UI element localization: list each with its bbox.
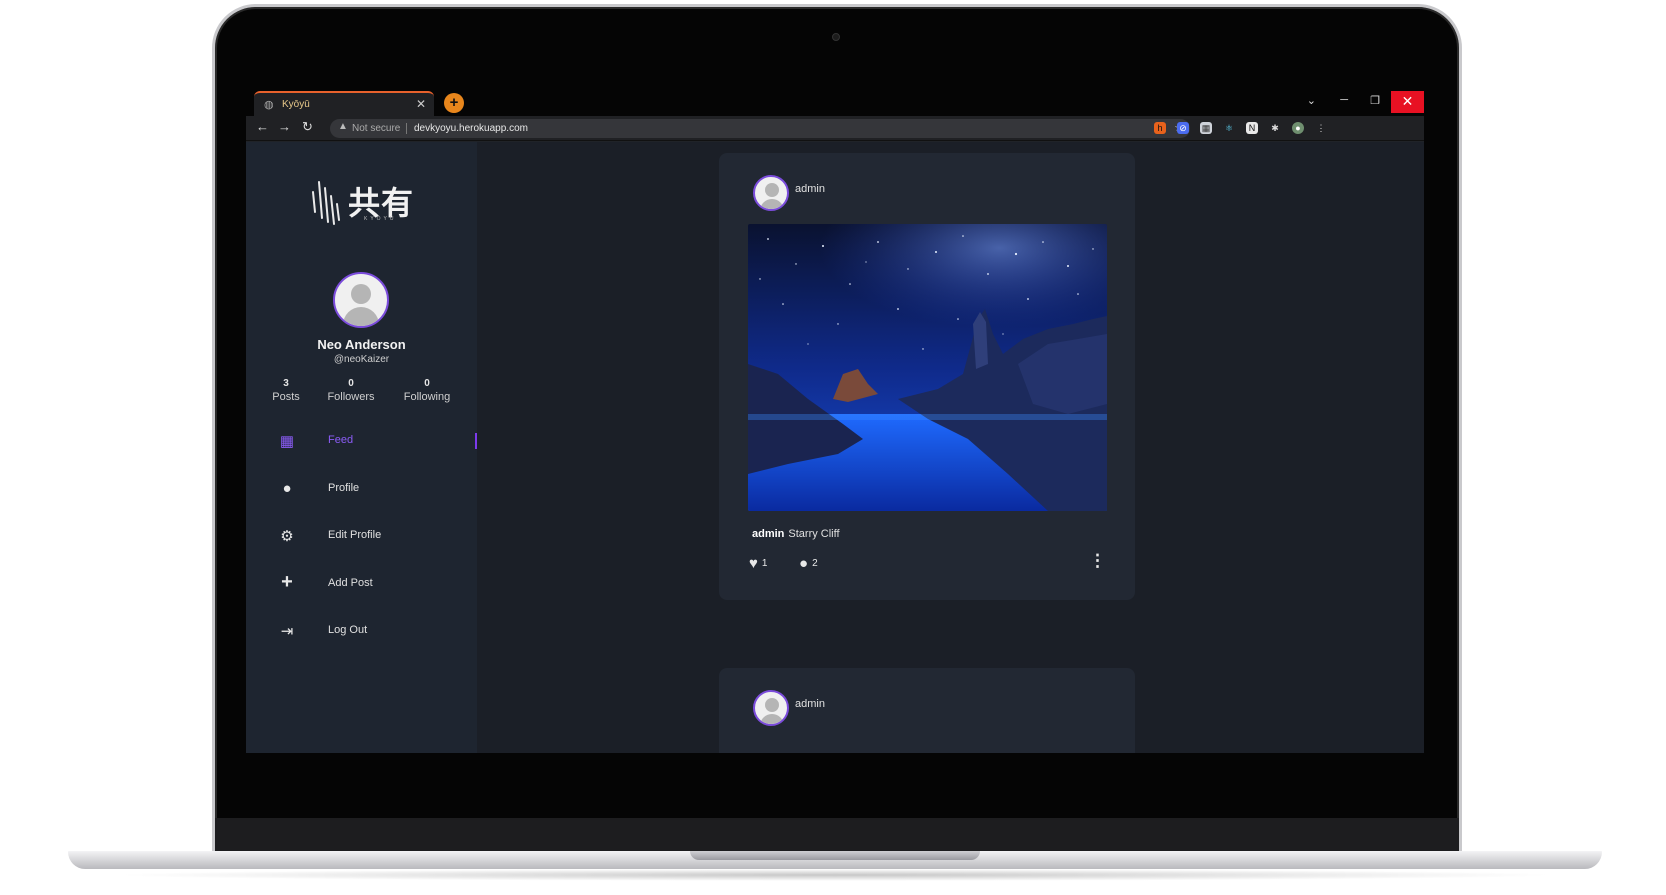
logo-subtext: KYŌYŪ <box>364 216 397 222</box>
feed-area: admin admin Starry Cliff ♥ 1 ● 2 ⋮ admin <box>477 142 1424 753</box>
post-card: admin <box>719 668 1135 753</box>
logo-mark-icon <box>312 181 340 225</box>
profile-handle: @neoKaizer <box>333 354 390 365</box>
profile-avatar-icon[interactable]: ● <box>1292 122 1304 134</box>
react-devtools-icon[interactable]: ⚛ <box>1223 122 1235 134</box>
avatar-body-shape <box>343 307 379 326</box>
user-icon: ● <box>282 480 292 497</box>
laptop-notch <box>690 851 980 860</box>
menu-label: Log Out <box>328 624 368 636</box>
laptop-mockup: ◍ Kyōyū ✕ + ⌄ ─ ❐ ✕ ← → ↻ ▲ Not secure d… <box>0 0 1666 895</box>
omnibox-divider <box>406 123 407 134</box>
avatar-head-shape <box>765 698 779 712</box>
extension-icon-1[interactable]: h <box>1154 122 1166 134</box>
address-toolbar: ← → ↻ ▲ Not secure devkyoyu.herokuapp.co… <box>246 116 1424 141</box>
logout-icon: ⇥ <box>280 623 294 640</box>
post-username[interactable]: admin <box>795 698 825 710</box>
url-text[interactable]: devkyoyu.herokuapp.com <box>414 123 528 134</box>
post-image[interactable] <box>748 224 1107 511</box>
plus-icon: + <box>281 571 293 593</box>
browser-window: ◍ Kyōyū ✕ + ⌄ ─ ❐ ✕ ← → ↻ ▲ Not secure d… <box>246 89 1424 753</box>
avatar-body-shape <box>760 199 784 209</box>
browser-tab[interactable]: ◍ Kyōyū ✕ <box>254 91 434 116</box>
comment-bubble-icon: ● <box>799 555 809 572</box>
caption-text: Starry Cliff <box>788 528 840 540</box>
stat-label: Following <box>403 391 451 403</box>
omnibox[interactable]: ▲ Not secure devkyoyu.herokuapp.com ⇪ ☆ <box>330 119 1190 138</box>
grid-icon: ▦ <box>279 433 295 450</box>
reload-icon[interactable]: ↻ <box>302 119 313 135</box>
tab-title: Kyōyū <box>282 99 310 110</box>
menu-item-profile[interactable]: ● Profile <box>246 475 477 505</box>
forward-icon[interactable]: → <box>278 119 291 134</box>
avatar-body-shape <box>760 714 784 724</box>
stat-label: Posts <box>272 391 300 403</box>
comment-button[interactable]: ● 2 <box>799 555 818 572</box>
globe-icon: ◍ <box>264 99 274 111</box>
more-options-icon[interactable]: ⋮ <box>1089 551 1106 571</box>
notion-icon[interactable]: N <box>1246 122 1258 134</box>
close-tab-icon[interactable]: ✕ <box>416 97 426 111</box>
stat-value: 3 <box>283 378 289 389</box>
warning-icon: ▲ <box>338 121 348 132</box>
stat-value: 0 <box>348 378 354 389</box>
tab-search-icon[interactable]: ⌄ <box>1307 94 1316 107</box>
menu-label: Add Post <box>328 577 373 589</box>
heart-icon: ♥ <box>749 555 758 572</box>
like-count: 1 <box>761 558 768 569</box>
stat-label: Followers <box>327 391 375 403</box>
laptop-shadow <box>110 869 1560 881</box>
extension-icon-2[interactable]: ⊘ <box>1177 122 1189 134</box>
minimize-icon[interactable]: ─ <box>1340 94 1348 106</box>
starry-cliff-image <box>748 224 1107 511</box>
webcam <box>832 33 840 41</box>
tab-strip: ◍ Kyōyū ✕ + ⌄ ─ ❐ ✕ <box>246 89 1424 116</box>
caption-username[interactable]: admin <box>752 528 784 540</box>
security-status: Not secure <box>352 123 401 134</box>
new-tab-button[interactable]: + <box>444 93 464 113</box>
profile-name: Neo Anderson <box>317 337 406 352</box>
menu-item-edit-profile[interactable]: ⚙ Edit Profile <box>246 522 477 552</box>
menu-label: Edit Profile <box>328 529 382 541</box>
close-window-button[interactable]: ✕ <box>1391 91 1424 113</box>
back-icon[interactable]: ← <box>256 119 269 134</box>
gear-icon: ⚙ <box>280 528 294 545</box>
stat-value: 0 <box>424 378 430 389</box>
post-card: admin <box>719 153 1135 600</box>
menu-item-add-post[interactable]: + Add Post <box>246 570 477 600</box>
comment-count: 2 <box>812 558 818 569</box>
profile-avatar[interactable] <box>333 272 389 328</box>
stat-followers[interactable]: 0 Followers <box>316 378 386 403</box>
browser-menu-icon[interactable]: ⋮ <box>1315 122 1327 134</box>
like-button[interactable]: ♥ 1 <box>749 555 767 572</box>
post-avatar[interactable] <box>753 690 789 726</box>
menu-label: Feed <box>328 434 354 446</box>
avatar-head-shape <box>351 284 371 304</box>
avatar-head-shape <box>765 183 779 197</box>
post-caption: admin Starry Cliff <box>752 528 840 540</box>
menu-label: Profile <box>328 482 360 494</box>
sidebar: 共有 KYŌYŪ Neo Anderson @neoKaizer 3 Posts… <box>246 142 477 753</box>
restore-icon[interactable]: ❐ <box>1370 94 1380 107</box>
stat-posts[interactable]: 3 Posts <box>251 378 321 403</box>
stat-following[interactable]: 0 Following <box>392 378 462 403</box>
post-username[interactable]: admin <box>795 183 825 195</box>
extensions-puzzle-icon[interactable]: ✱ <box>1269 122 1281 134</box>
menu-item-feed[interactable]: ▦ Feed <box>246 427 477 457</box>
extension-icon-3[interactable]: ▦ <box>1200 122 1212 134</box>
post-avatar[interactable] <box>753 175 789 211</box>
kyoyu-logo[interactable]: 共有 KYŌYŪ <box>310 178 420 228</box>
laptop-bezel-bottom <box>215 818 1459 854</box>
menu-item-log-out[interactable]: ⇥ Log Out <box>246 617 477 647</box>
